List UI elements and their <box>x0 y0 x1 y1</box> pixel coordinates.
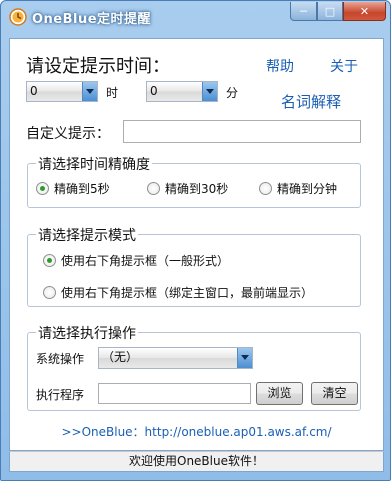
action-group: 请选择执行操作 系统操作 （无） 执行程序 浏览 清空 <box>27 323 361 411</box>
precision-option-5s[interactable]: 精确到5秒 <box>36 180 110 197</box>
system-action-select[interactable]: （无） <box>98 347 253 369</box>
system-action-label: 系统操作 <box>36 352 85 366</box>
radio-unselected-icon[interactable] <box>259 182 272 195</box>
close-button[interactable]: ✕ <box>343 2 386 21</box>
precision-group-title: 请选择时间精确度 <box>36 154 152 174</box>
precision-option-label: 精确到30秒 <box>165 182 229 196</box>
radio-unselected-icon[interactable] <box>43 286 56 299</box>
website-link[interactable]: >>OneBlue：http://oneblue.ap01.aws.af.cm/ <box>10 423 383 440</box>
hour-select[interactable]: 0 <box>26 81 98 102</box>
main-panel: 请设定提示时间： 帮助 关于 名词解释 0 时 0 分 自定义提示： 请选择时间… <box>9 38 384 451</box>
app-icon <box>9 8 27 26</box>
execute-program-label: 执行程序 <box>36 388 85 402</box>
minimize-button[interactable]: ─ <box>290 2 317 21</box>
minute-select-value: 0 <box>150 84 158 98</box>
maximize-icon: □ <box>324 4 336 18</box>
help-link[interactable]: 帮助 <box>266 56 294 76</box>
minute-unit-label: 分 <box>226 86 239 100</box>
mode-group-title: 请选择提示模式 <box>36 225 138 245</box>
minimize-icon: ─ <box>300 4 307 18</box>
precision-group: 请选择时间精确度 精确到5秒 精确到30秒 精确到分钟 <box>27 154 361 208</box>
window-title: OneBlue定时提醒 <box>32 12 152 27</box>
radio-unselected-icon[interactable] <box>147 182 160 195</box>
precision-option-label: 精确到5秒 <box>54 182 110 196</box>
glossary-link[interactable]: 名词解释 <box>281 91 341 112</box>
system-action-value: （无） <box>102 350 139 364</box>
mode-group: 请选择提示模式 使用右下角提示框（一般形式） 使用右下角提示框（绑定主窗口，最前… <box>27 225 361 307</box>
radio-selected-icon[interactable] <box>43 254 56 267</box>
minute-select[interactable]: 0 <box>146 81 218 102</box>
time-prompt-label: 请设定提示时间： <box>26 56 170 77</box>
execute-program-input[interactable] <box>98 383 251 404</box>
chevron-down-icon[interactable] <box>82 82 97 101</box>
title-bar[interactable]: OneBlue定时提醒 ─ □ ✕ <box>1 1 390 33</box>
mode-option-label: 使用右下角提示框（一般形式） <box>61 254 230 268</box>
chevron-down-icon[interactable] <box>237 348 252 368</box>
custom-prompt-input[interactable] <box>123 120 361 143</box>
clear-button[interactable]: 清空 <box>311 382 358 405</box>
precision-option-minute[interactable]: 精确到分钟 <box>259 180 337 197</box>
hour-select-value: 0 <box>30 84 38 98</box>
action-group-title: 请选择执行操作 <box>36 323 138 343</box>
radio-selected-icon[interactable] <box>36 182 49 195</box>
app-window: OneBlue定时提醒 ─ □ ✕ 请设定提示时间： 帮助 关于 名词解释 0 … <box>0 0 391 481</box>
mode-option-label: 使用右下角提示框（绑定主窗口，最前端显示） <box>61 286 314 300</box>
maximize-button[interactable]: □ <box>317 2 343 21</box>
close-icon: ✕ <box>359 4 370 18</box>
about-link[interactable]: 关于 <box>330 56 358 76</box>
custom-prompt-label: 自定义提示： <box>26 126 110 142</box>
precision-option-label: 精确到分钟 <box>277 182 338 196</box>
status-bar: 欢迎使用OneBlue软件！ <box>9 451 384 472</box>
browse-button[interactable]: 浏览 <box>256 382 303 405</box>
chevron-down-icon[interactable] <box>202 82 217 101</box>
mode-option-normal[interactable]: 使用右下角提示框（一般形式） <box>43 252 229 269</box>
precision-option-30s[interactable]: 精确到30秒 <box>147 180 228 197</box>
hour-unit-label: 时 <box>106 86 119 100</box>
mode-option-topmost[interactable]: 使用右下角提示框（绑定主窗口，最前端显示） <box>43 284 313 301</box>
